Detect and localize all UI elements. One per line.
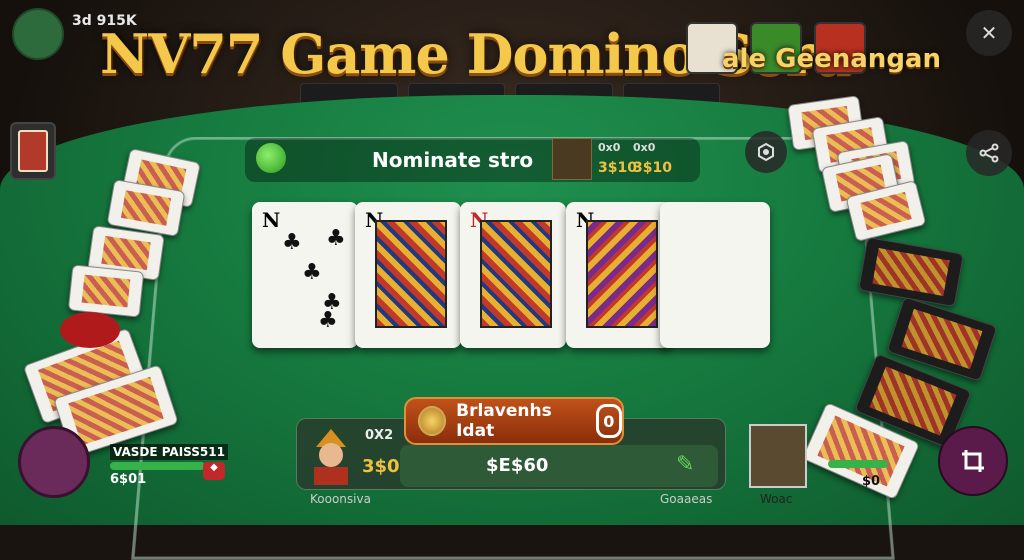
card-face-art bbox=[480, 220, 552, 328]
player-balance: 6$01 bbox=[110, 472, 147, 487]
table-card[interactable]: N bbox=[460, 202, 566, 348]
self-avatar[interactable] bbox=[18, 426, 90, 498]
panel-caption: Goaaeas bbox=[660, 492, 713, 506]
online-indicator bbox=[256, 143, 286, 173]
coin-icon bbox=[418, 406, 447, 436]
side-card bbox=[67, 264, 145, 318]
deck-button[interactable] bbox=[10, 122, 56, 180]
crosshair-arrows-icon: ✕ bbox=[980, 21, 998, 45]
opponent-avatar[interactable] bbox=[749, 424, 807, 488]
info-text: Nominate stro bbox=[372, 148, 534, 172]
empty-card-slot[interactable] bbox=[660, 202, 770, 348]
settings-button[interactable] bbox=[745, 131, 787, 173]
opponent-progress-bar bbox=[828, 460, 888, 468]
table-card[interactable]: N bbox=[355, 202, 461, 348]
player-label: 0X2 bbox=[365, 428, 394, 443]
chip-icon: ◆ bbox=[203, 462, 225, 480]
card-face-art bbox=[375, 220, 447, 328]
player-value: 3$0 bbox=[362, 456, 400, 477]
chip-stack bbox=[60, 312, 120, 348]
info-stat: 0x0 3$10 bbox=[598, 141, 637, 176]
player-panel-inner bbox=[400, 445, 718, 487]
info-stat: 0x0 3$10 bbox=[633, 141, 672, 176]
player-score: $E$60 bbox=[486, 455, 549, 476]
info-avatar[interactable] bbox=[552, 138, 592, 180]
expand-button[interactable]: ✕ bbox=[966, 10, 1012, 56]
panel-caption: Kooonsiva bbox=[310, 492, 371, 506]
share-icon bbox=[979, 143, 999, 163]
panel-caption: Woac bbox=[760, 492, 793, 506]
opponent-balance: $0 bbox=[862, 474, 881, 489]
crop-button[interactable] bbox=[938, 426, 1008, 496]
player-progress-bar bbox=[110, 462, 205, 470]
player-avatar[interactable] bbox=[304, 425, 358, 485]
settings-icon bbox=[758, 142, 774, 162]
card-back-icon bbox=[18, 130, 48, 172]
subtitle: ale Geenangan bbox=[722, 44, 941, 74]
table-card[interactable]: N bbox=[566, 202, 672, 348]
player-name: VASDE PAISS511 bbox=[110, 444, 228, 460]
player-avatar[interactable] bbox=[12, 8, 64, 60]
action-button[interactable]: Brlavenhs Idat 0 bbox=[404, 397, 624, 445]
table-card[interactable]: N ♣ ♣ ♣ ♣ ♣ bbox=[252, 202, 358, 348]
edit-icon[interactable]: ✎ bbox=[676, 452, 694, 477]
share-button[interactable] bbox=[966, 130, 1012, 176]
card-face-art bbox=[586, 220, 658, 328]
crop-icon bbox=[962, 450, 984, 472]
